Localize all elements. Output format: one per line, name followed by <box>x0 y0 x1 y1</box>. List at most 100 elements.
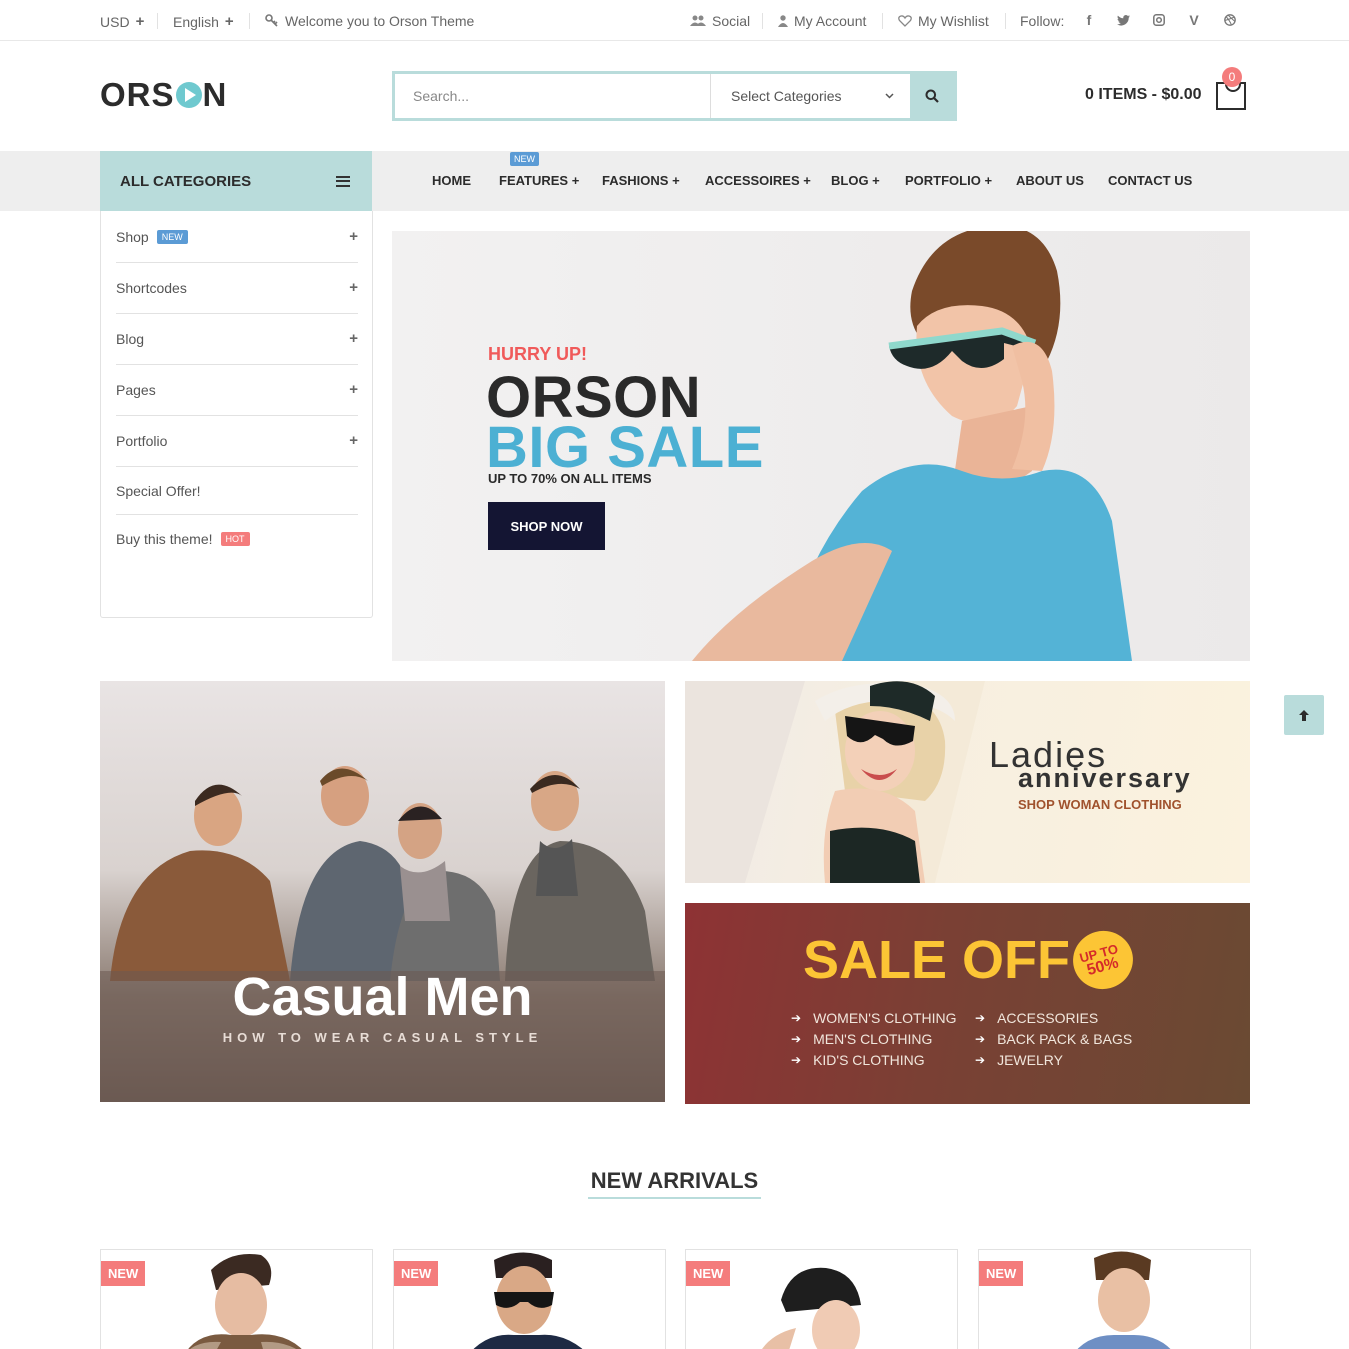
divider <box>157 13 158 29</box>
site-logo[interactable]: ORS N <box>100 76 227 114</box>
divider <box>116 415 358 416</box>
nav-blog[interactable]: BLOG + <box>831 173 880 188</box>
product-card[interactable]: NEW <box>685 1249 958 1349</box>
sale-category-link[interactable]: ➔ ACCESSORIES <box>975 1010 1098 1026</box>
sale-category-link[interactable]: ➔ KID'S CLOTHING <box>791 1052 925 1068</box>
plus-icon[interactable]: + <box>349 381 358 398</box>
category-select[interactable]: Select Categories <box>711 74 910 118</box>
sale-category-link[interactable]: ➔ JEWELRY <box>975 1052 1063 1068</box>
sidebar-item-label: Shop <box>116 228 149 245</box>
nav-portfolio[interactable]: PORTFOLIO + <box>905 173 992 188</box>
divider <box>116 313 358 314</box>
ladies-anniversary-banner[interactable]: Ladies anniversary SHOP WOMAN CLOTHING <box>685 681 1250 883</box>
hot-badge: HOT <box>220 532 250 546</box>
casual-men-banner[interactable]: Casual Men HOW TO WEAR CASUAL STYLE <box>100 681 665 1102</box>
welcome-message: Welcome you to Orson Theme <box>265 13 474 29</box>
arrow-right-icon: ➔ <box>791 1032 802 1046</box>
heart-icon <box>898 15 912 27</box>
user-icon <box>778 15 788 27</box>
top-bar: USD + English + Welcome you to Orson The… <box>0 0 1349 41</box>
sidebar-item-pages[interactable]: Pages + <box>116 381 358 398</box>
new-arrivals-heading: NEW ARRIVALS <box>590 1168 759 1193</box>
plus-icon: + <box>135 13 145 30</box>
sidebar-item-shop[interactable]: Shop NEW + <box>116 228 358 245</box>
nav-fashions[interactable]: FASHIONS + <box>602 173 680 188</box>
sidebar-item-blog[interactable]: Blog + <box>116 330 358 347</box>
product-card[interactable]: NEW <box>978 1249 1251 1349</box>
nav-features[interactable]: FEATURES + <box>499 173 579 188</box>
plus-icon[interactable]: + <box>349 432 358 449</box>
currency-selector[interactable]: USD + <box>100 13 144 30</box>
instagram-icon[interactable] <box>1151 12 1167 28</box>
nav-accessoires[interactable]: ACCESSOIRES + <box>705 173 811 188</box>
hero-slider[interactable]: HURRY UP! ORSON BIG SALE UP TO 70% ON AL… <box>392 231 1250 661</box>
heading-underline <box>588 1197 761 1199</box>
search-button[interactable] <box>910 74 954 118</box>
plus-icon[interactable]: + <box>349 279 358 296</box>
sale-category-label: ACCESSORIES <box>997 1010 1099 1026</box>
welcome-text: Welcome you to Orson Theme <box>285 13 475 29</box>
sidebar-item-shortcodes[interactable]: Shortcodes + <box>116 279 358 296</box>
social-link[interactable]: Social <box>690 13 750 29</box>
plus-icon: + <box>224 13 234 30</box>
my-account-link[interactable]: My Account <box>778 13 866 29</box>
nav-contact-us[interactable]: CONTACT US <box>1108 173 1192 188</box>
search-input[interactable] <box>395 74 711 118</box>
sale-category-label: WOMEN'S CLOTHING <box>813 1010 957 1026</box>
sale-category-label: BACK PACK & BAGS <box>997 1031 1133 1047</box>
anniversary-heading: anniversary <box>1018 763 1192 793</box>
my-wishlist-link[interactable]: My Wishlist <box>898 13 989 29</box>
divider <box>1005 13 1006 29</box>
facebook-icon[interactable]: f <box>1081 12 1097 28</box>
arrow-right-icon: ➔ <box>975 1032 986 1046</box>
new-badge: NEW <box>101 1261 146 1286</box>
divider <box>762 13 763 29</box>
casual-men-subtitle: HOW TO WEAR CASUAL STYLE <box>222 1030 543 1045</box>
back-to-top-button[interactable] <box>1284 695 1324 735</box>
dribbble-icon[interactable] <box>1222 12 1238 28</box>
cart-summary[interactable]: 0 ITEMS - $0.00 <box>1085 86 1202 104</box>
product-card[interactable]: NEW <box>393 1249 666 1349</box>
all-categories-label: ALL CATEGORIES <box>120 172 252 190</box>
discount-badge: UP TO 50% <box>1066 924 1140 996</box>
sidebar-item-label: Shortcodes <box>116 279 187 296</box>
category-select-label: Select Categories <box>731 88 842 104</box>
divider <box>116 262 358 263</box>
sidebar-item-label: Pages <box>116 381 156 398</box>
sidebar-item-special-offer[interactable]: Special Offer! <box>116 483 358 499</box>
category-sidebar: Shop NEW + Shortcodes + Blog + Pages + Po… <box>100 211 373 618</box>
new-badge: NEW <box>394 1261 439 1286</box>
vine-icon[interactable]: V <box>1186 12 1202 28</box>
sidebar-item-label: Special Offer! <box>116 483 201 499</box>
social-label: Social <box>712 13 751 29</box>
sale-category-link[interactable]: ➔ MEN'S CLOTHING <box>791 1031 932 1047</box>
product-card[interactable]: NEW <box>100 1249 373 1349</box>
sale-category-link[interactable]: ➔ WOMEN'S CLOTHING <box>791 1010 957 1026</box>
sale-category-link[interactable]: ➔ BACK PACK & BAGS <box>975 1031 1132 1047</box>
nav-about-us[interactable]: ABOUT US <box>1016 173 1084 188</box>
logo-text-right: N <box>202 76 228 113</box>
sale-off-banner[interactable]: SALE OFF UP TO 50% ➔ WOMEN'S CLOTHING ➔ ME… <box>685 903 1250 1104</box>
plus-icon[interactable]: + <box>349 330 358 347</box>
sale-category-label: JEWELRY <box>997 1052 1063 1068</box>
arrow-right-icon: ➔ <box>791 1053 802 1067</box>
arrow-up-icon <box>1299 709 1309 721</box>
shop-woman-clothing-link[interactable]: SHOP WOMAN CLOTHING <box>1018 797 1182 812</box>
twitter-icon[interactable] <box>1115 12 1131 28</box>
new-badge: NEW <box>156 229 188 244</box>
sale-off-title: SALE OFF <box>803 930 1070 990</box>
key-icon <box>265 14 278 27</box>
divider <box>116 514 358 515</box>
sidebar-item-buy-theme[interactable]: Buy this theme! HOT <box>116 531 358 547</box>
nav-new-badge: NEW <box>510 152 539 166</box>
arrow-right-icon: ➔ <box>975 1053 986 1067</box>
shop-now-button[interactable]: SHOP NOW <box>488 502 605 550</box>
nav-home[interactable]: HOME <box>432 173 471 188</box>
sidebar-item-portfolio[interactable]: Portfolio + <box>116 432 358 449</box>
all-categories-toggle[interactable]: ALL CATEGORIES <box>100 151 372 211</box>
users-icon <box>690 15 706 26</box>
plus-icon[interactable]: + <box>349 228 358 245</box>
logo-text-left: ORS <box>100 76 175 113</box>
language-selector[interactable]: English + <box>173 13 234 30</box>
divider <box>249 13 250 29</box>
